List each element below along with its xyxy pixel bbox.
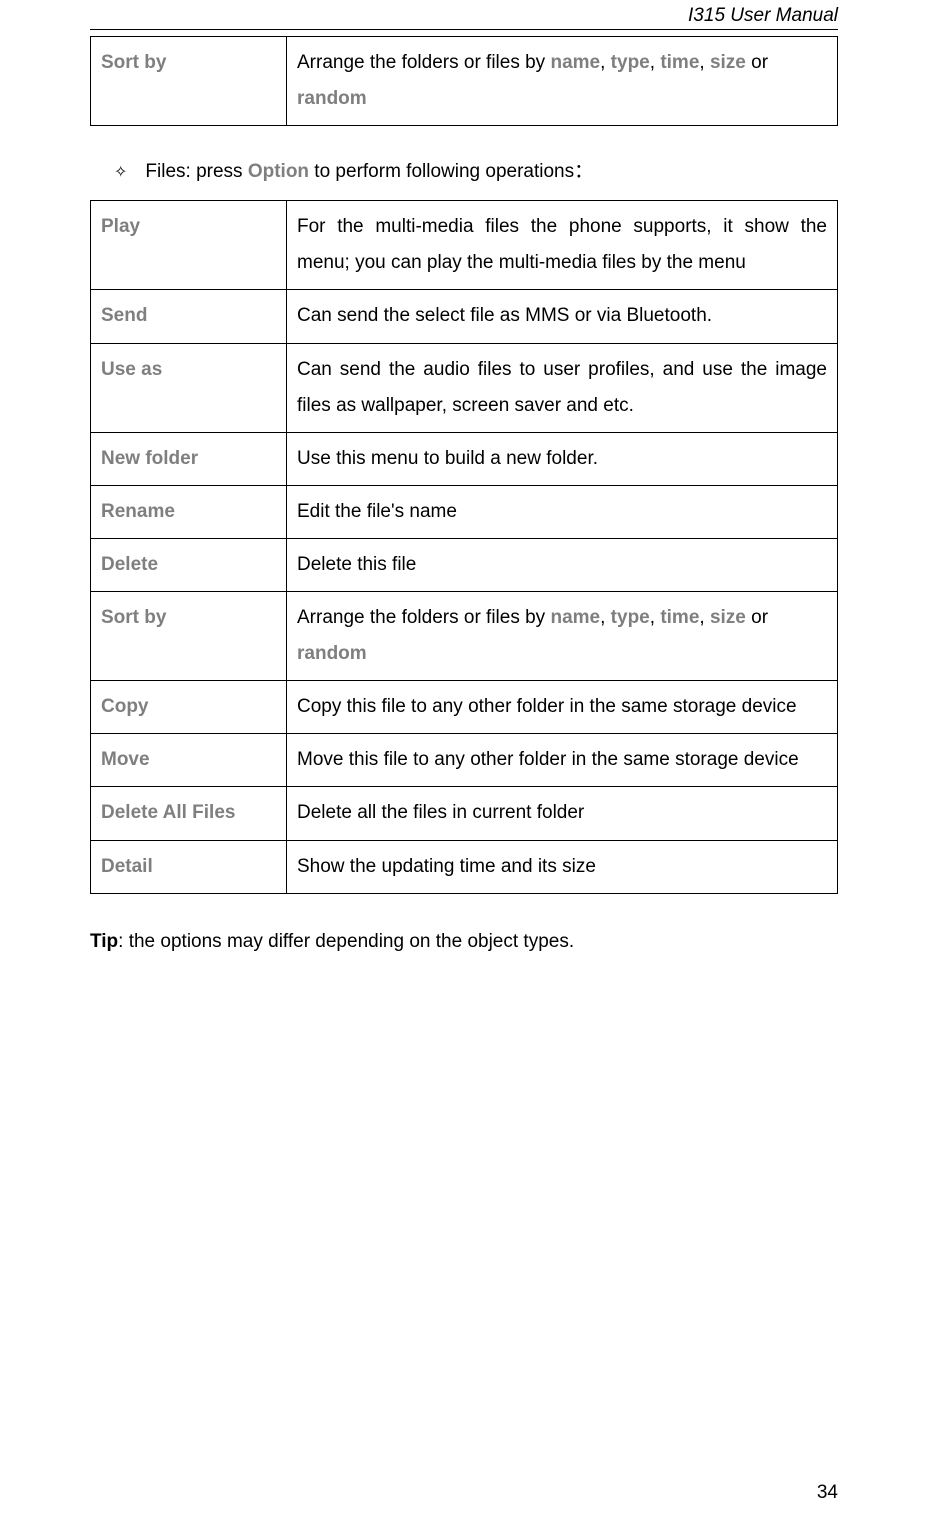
table-row: RenameEdit the file's name: [91, 485, 838, 538]
option-label: Move: [91, 734, 287, 787]
desc-separator: ,: [650, 607, 661, 628]
page-header-title: I315 User Manual: [90, 0, 838, 29]
desc-separator: ,: [699, 52, 710, 73]
option-description: Arrange the folders or files by name, ty…: [287, 592, 838, 681]
files-bullet-text: Files: press Option to perform following…: [145, 154, 593, 190]
option-label: Sort by: [91, 592, 287, 681]
table-row: SendCan send the select file as MMS or v…: [91, 290, 838, 343]
option-description: Show the updating time and its size: [287, 840, 838, 893]
desc-separator: or: [746, 52, 768, 73]
table-row: Use asCan send the audio files to user p…: [91, 343, 838, 432]
sort-keyword: time: [660, 52, 699, 73]
option-label: New folder: [91, 432, 287, 485]
option-description: Delete this file: [287, 538, 838, 591]
sort-keyword: random: [297, 88, 367, 109]
sort-keyword: type: [611, 52, 650, 73]
table-row: Sort byArrange the folders or files by n…: [91, 37, 838, 126]
table-row: MoveMove this file to any other folder i…: [91, 734, 838, 787]
table-row: Delete All FilesDelete all the files in …: [91, 787, 838, 840]
sort-keyword: size: [710, 52, 746, 73]
option-label: Sort by: [91, 37, 287, 126]
option-label: Detail: [91, 840, 287, 893]
bullet-post-text: to perform following operations：: [309, 161, 593, 182]
option-description: Edit the file's name: [287, 485, 838, 538]
option-label: Delete All Files: [91, 787, 287, 840]
tip-line: Tip: the options may differ depending on…: [90, 924, 838, 960]
table-row: PlayFor the multi-media files the phone …: [91, 201, 838, 290]
file-options-table: PlayFor the multi-media files the phone …: [90, 200, 838, 893]
desc-separator: ,: [699, 607, 710, 628]
option-description: Copy this file to any other folder in th…: [287, 681, 838, 734]
sort-keyword: name: [550, 52, 600, 73]
table-row: CopyCopy this file to any other folder i…: [91, 681, 838, 734]
tip-label: Tip: [90, 931, 118, 952]
table-row: Sort byArrange the folders or files by n…: [91, 592, 838, 681]
option-label: Delete: [91, 538, 287, 591]
option-label: Use as: [91, 343, 287, 432]
desc-pre-text: Arrange the folders or files by: [297, 52, 550, 73]
option-description: Can send the audio files to user profile…: [287, 343, 838, 432]
files-bullet-line: ✧ Files: press Option to perform followi…: [114, 154, 838, 190]
option-description: Can send the select file as MMS or via B…: [287, 290, 838, 343]
desc-separator: or: [746, 607, 768, 628]
option-label: Send: [91, 290, 287, 343]
sort-keyword: random: [297, 643, 367, 664]
table-row: DeleteDelete this file: [91, 538, 838, 591]
sort-keyword: time: [660, 607, 699, 628]
option-label: Play: [91, 201, 287, 290]
diamond-bullet-icon: ✧: [114, 158, 127, 188]
page-number: 34: [817, 1482, 838, 1504]
sort-keyword: size: [710, 607, 746, 628]
desc-separator: ,: [600, 607, 611, 628]
option-description: Use this menu to build a new folder.: [287, 432, 838, 485]
option-description: Delete all the files in current folder: [287, 787, 838, 840]
header-divider: [90, 29, 838, 30]
tip-text: : the options may differ depending on th…: [118, 931, 574, 952]
option-description: For the multi-media files the phone supp…: [287, 201, 838, 290]
desc-separator: ,: [650, 52, 661, 73]
option-label: Rename: [91, 485, 287, 538]
desc-pre-text: Arrange the folders or files by: [297, 607, 550, 628]
option-description: Arrange the folders or files by name, ty…: [287, 37, 838, 126]
sort-keyword: name: [550, 607, 600, 628]
table-row: New folderUse this menu to build a new f…: [91, 432, 838, 485]
sort-by-table: Sort byArrange the folders or files by n…: [90, 36, 838, 126]
option-description: Move this file to any other folder in th…: [287, 734, 838, 787]
desc-separator: ,: [600, 52, 611, 73]
bullet-pre-text: Files: press: [145, 161, 247, 182]
option-label: Copy: [91, 681, 287, 734]
table-row: DetailShow the updating time and its siz…: [91, 840, 838, 893]
bullet-option-keyword: Option: [248, 161, 309, 182]
sort-keyword: type: [611, 607, 650, 628]
